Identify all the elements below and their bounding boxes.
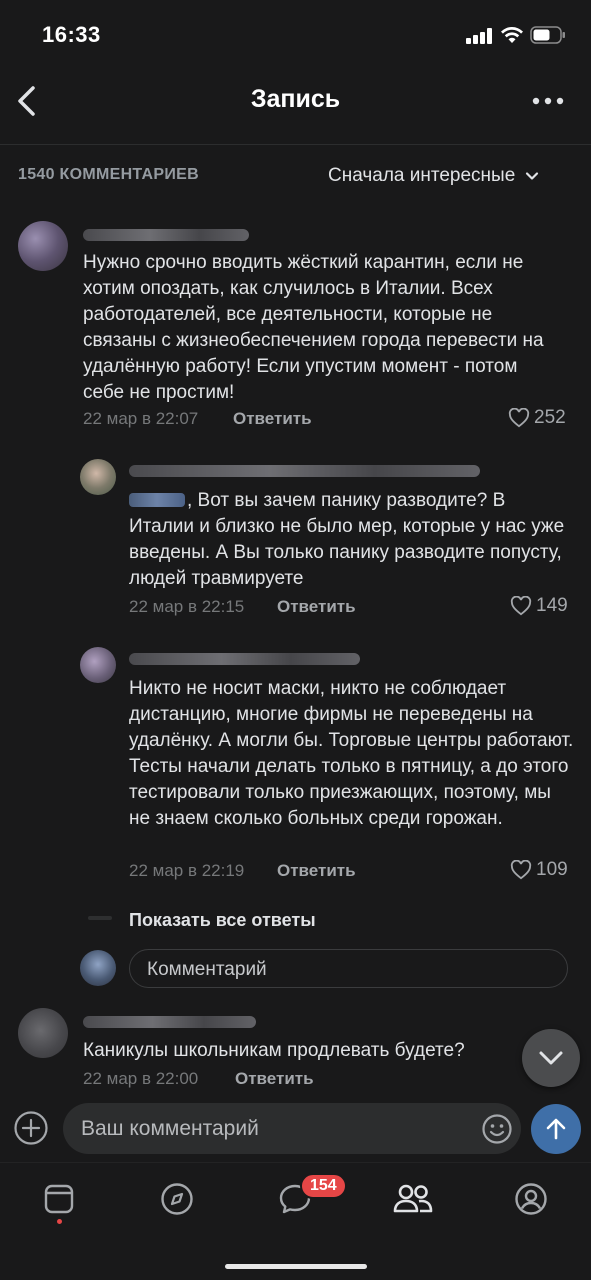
avatar[interactable] [18, 221, 68, 271]
battery-icon [530, 26, 565, 44]
like-count: 252 [534, 407, 566, 428]
sort-select[interactable]: Сначала интересные [328, 164, 539, 188]
author-name[interactable] [129, 465, 480, 477]
nav-bar: Запись [0, 70, 591, 132]
header-divider [0, 144, 591, 145]
comment-composer: Ваш комментарий [0, 1094, 591, 1162]
reply-button[interactable]: Ответить [235, 1069, 314, 1089]
messages-badge: 154 [300, 1173, 347, 1199]
chevron-down-icon [539, 1051, 563, 1065]
home-indicator [225, 1264, 367, 1269]
comment-date: 22 мар в 22:00 [83, 1069, 199, 1088]
comment-text: Нужно срочно вводить жёсткий карантин, е… [83, 252, 544, 403]
show-all-replies-button[interactable]: Показать все ответы [129, 910, 316, 931]
reply-button[interactable]: Ответить [277, 597, 356, 617]
like-button[interactable]: 149 [510, 595, 568, 617]
new-content-dot [57, 1219, 62, 1224]
arrow-up-icon [546, 1118, 566, 1140]
comment-text: Каникулы школьникам продлевать будете? [83, 1040, 465, 1061]
tab-discover[interactable] [155, 1177, 199, 1221]
heart-icon [508, 408, 530, 428]
cellular-signal-icon [466, 28, 494, 44]
page-title: Запись [250, 85, 341, 113]
profile-icon [515, 1183, 547, 1215]
comment-date: 22 мар в 22:07 [83, 409, 199, 428]
tab-news[interactable] [37, 1177, 81, 1221]
reply-input-placeholder: Комментарий [147, 959, 267, 980]
like-button[interactable]: 252 [508, 407, 566, 429]
friends-icon [393, 1184, 433, 1213]
avatar[interactable] [80, 459, 116, 495]
thread-line [88, 916, 112, 920]
reply-button[interactable]: Ответить [277, 861, 356, 881]
comment-text: Никто не носит маски, никто не соблюдает… [129, 678, 574, 829]
reply-input[interactable]: Комментарий [129, 949, 568, 988]
author-name[interactable] [83, 1016, 256, 1028]
avatar[interactable] [80, 647, 116, 683]
emoji-icon[interactable] [481, 1113, 513, 1145]
wifi-icon [501, 27, 523, 43]
add-attachment-icon[interactable] [13, 1110, 49, 1146]
tab-profile[interactable] [509, 1177, 553, 1221]
comment-text: , Вот вы зачем панику разводите? В Итали… [129, 490, 565, 589]
comment-input-placeholder: Ваш комментарий [81, 1117, 259, 1140]
more-options-icon[interactable] [530, 86, 566, 116]
comment-date: 22 мар в 22:15 [129, 597, 245, 616]
compass-icon [161, 1183, 193, 1215]
news-feed-icon [44, 1184, 74, 1214]
author-name[interactable] [83, 229, 249, 241]
like-count: 109 [536, 859, 568, 880]
sort-label: Сначала интересные [328, 165, 516, 186]
send-button[interactable] [531, 1104, 581, 1154]
like-button[interactable]: 109 [510, 859, 568, 881]
heart-icon [510, 596, 532, 616]
author-name[interactable] [129, 653, 360, 665]
heart-icon [510, 860, 532, 880]
comments-count: 1540 КОММЕНТАРИЕВ [18, 166, 199, 183]
status-bar: 16:33 [0, 0, 591, 70]
status-time: 16:33 [42, 22, 101, 47]
scroll-down-button[interactable] [522, 1029, 580, 1087]
mention-tag[interactable] [129, 493, 185, 507]
like-count: 149 [536, 595, 568, 616]
reply-button[interactable]: Ответить [233, 409, 312, 429]
comment-date: 22 мар в 22:19 [129, 861, 245, 880]
tab-friends[interactable] [391, 1177, 435, 1221]
chevron-down-icon [526, 172, 539, 180]
avatar[interactable] [18, 1008, 68, 1058]
comment-input[interactable]: Ваш комментарий [63, 1103, 521, 1154]
my-avatar [80, 950, 116, 986]
tab-bar: 154 [0, 1162, 591, 1280]
